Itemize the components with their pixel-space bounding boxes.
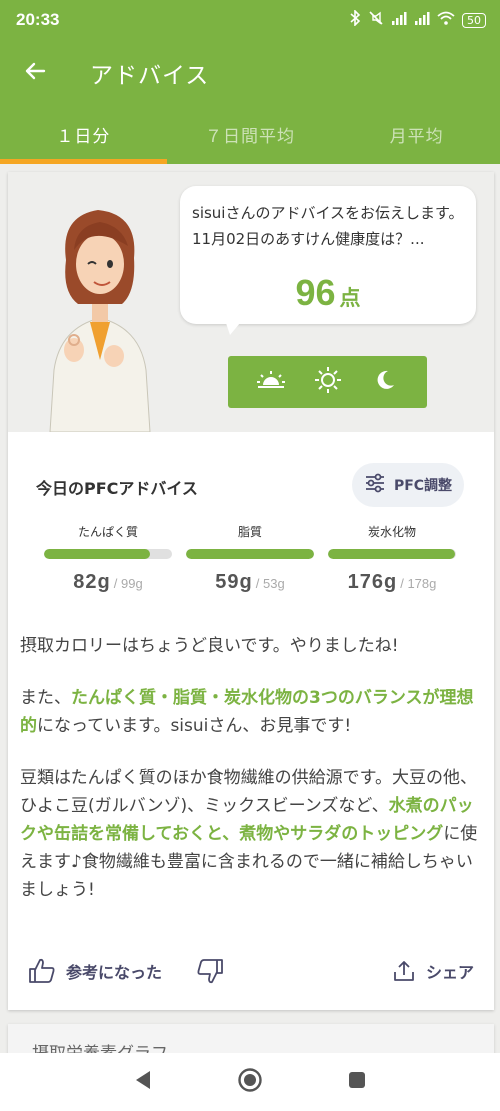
advice-header: sisuiさんのアドバイスをお伝えします。11月02日のあすけん健康度は？...… [8, 172, 494, 432]
morning-button[interactable] [251, 362, 291, 402]
noon-button[interactable] [308, 362, 348, 402]
signal-icon [414, 11, 430, 29]
nutrient-value: 176 [347, 571, 384, 593]
mute-icon [368, 10, 384, 30]
tab-7-day-average[interactable]: ７日間平均 [167, 105, 334, 164]
share-button[interactable]: シェア [392, 959, 474, 983]
nutrient-unit: g [384, 571, 398, 593]
nutrient-values: 82g/ 99g [44, 571, 172, 594]
nutrient-progress-fill [186, 549, 314, 559]
advice-paragraph-balance: また、たんぱく質・脂質・炭水化物の3つのバランスが理想的になっています。sisu… [20, 684, 484, 740]
nutrient-target: / 53g [255, 576, 285, 591]
helpful-label: 参考になった [66, 963, 163, 982]
arrow-left-icon [24, 60, 46, 86]
tab-monthly-average[interactable]: 月平均 [333, 105, 500, 164]
square-recents-icon [348, 1071, 366, 1093]
status-icons: 50 [349, 9, 486, 30]
nutrient-protein: たんぱく質 82g/ 99g [44, 523, 172, 594]
nutrient-fat: 脂質 59g/ 53g [186, 523, 314, 594]
thumbs-up-icon [28, 958, 56, 984]
helpful-button[interactable]: 参考になった [28, 958, 162, 984]
advice-card: sisuiさんのアドバイスをお伝えします。11月02日のあすけん健康度は？...… [8, 172, 494, 1010]
nutrient-value: 82 [73, 571, 98, 593]
system-nav-bar [0, 1053, 500, 1111]
tab-1-day[interactable]: １日分 [0, 105, 167, 164]
nav-recents-button[interactable] [337, 1062, 377, 1102]
advice-intro-text: sisuiさんのアドバイスをお伝えします。11月02日のあすけん健康度は？... [192, 204, 464, 248]
advisor-character-image [49, 210, 151, 432]
nutrient-progress-fill [328, 549, 455, 559]
moon-icon [374, 369, 396, 395]
share-label: シェア [425, 963, 474, 982]
nutrient-progress-bar [328, 549, 456, 559]
pfc-advice-title: 今日のPFCアドバイス [36, 479, 198, 498]
nutrient-progress-bar [186, 549, 314, 559]
thumbs-down-icon [196, 958, 224, 984]
night-button[interactable] [365, 362, 405, 402]
triangle-back-icon [134, 1070, 152, 1094]
signal-icon [391, 11, 407, 29]
nutrient-label: 脂質 [237, 525, 262, 539]
nutrient-values: 176g/ 178g [328, 571, 456, 594]
circle-home-icon [237, 1067, 263, 1097]
not-helpful-button[interactable] [196, 958, 224, 984]
nutrient-unit: g [97, 571, 111, 593]
health-score: 96 点 [180, 272, 476, 314]
battery-icon: 50 [462, 12, 486, 28]
nutrient-values: 59g/ 53g [186, 571, 314, 594]
tab-bar: １日分 ７日間平均 月平均 [0, 105, 500, 164]
nutrient-target: / 178g [400, 576, 437, 591]
nutrient-progress-bar [44, 549, 172, 559]
bluetooth-icon [349, 9, 361, 30]
health-score-unit: 点 [339, 286, 361, 310]
nutrient-carbohydrate: 炭水化物 176g/ 178g [328, 523, 456, 594]
advice-paragraph-food: 豆類はたんぱく質のほか食物繊維の供給源です。大豆の他、ひよこ豆(ガルバンゾ)、ミ… [20, 764, 484, 904]
nutrient-label: たんぱく質 [77, 525, 138, 539]
nutrient-label: 炭水化物 [367, 525, 416, 539]
nav-back-button[interactable] [123, 1062, 163, 1102]
nutrient-progress-fill [44, 549, 151, 559]
nutrient-target: / 99g [113, 576, 143, 591]
status-time: 20:33 [16, 10, 60, 29]
health-score-value: 96 [295, 272, 336, 313]
nutrient-unit: g [239, 571, 253, 593]
sliders-icon [364, 472, 386, 498]
nutrient-value: 59 [215, 571, 240, 593]
sun-icon [314, 366, 342, 398]
nav-home-button[interactable] [230, 1062, 270, 1102]
pfc-adjust-label: PFC調整 [393, 478, 453, 494]
paragraph-text: になっています。sisuiさん、お見事です! [37, 716, 352, 736]
back-button[interactable] [0, 40, 70, 105]
page-title: アドバイス [90, 62, 210, 89]
sunrise-icon [256, 369, 286, 395]
wifi-icon [437, 11, 455, 29]
meal-time-selector [228, 356, 427, 408]
share-icon [392, 959, 416, 983]
speech-bubble-tail [226, 323, 240, 335]
paragraph-text: また、 [20, 688, 71, 708]
pfc-adjust-button[interactable]: PFC調整 [352, 463, 464, 507]
speech-bubble: sisuiさんのアドバイスをお伝えします。11月02日のあすけん健康度は？...… [180, 186, 476, 335]
status-bar: 20:33 50 [0, 0, 500, 40]
app-bar: アドバイス [0, 40, 500, 105]
advice-paragraph-calorie: 摂取カロリーはちょうど良いです。やりましたね! [20, 636, 399, 656]
advice-actions: 参考になった シェア [28, 952, 474, 990]
